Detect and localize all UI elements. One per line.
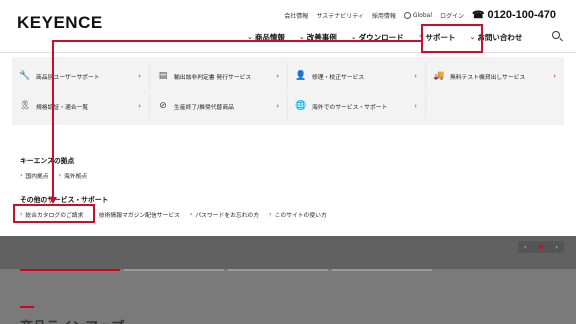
hero-image <box>0 236 576 269</box>
menu-item-label: 輸出該非判定書 発行サービス <box>174 74 252 81</box>
chevron-right-icon: › <box>553 72 556 80</box>
support-grid: 🔧 商品別ユーザーサポート › ▤ 輸出該非判定書 発行サービス › 👤 修理・校正サービ… <box>12 57 564 125</box>
link-site-usage[interactable]: › このサイトの使い方 <box>269 210 327 219</box>
annotation-box-catalog <box>13 204 95 223</box>
keyence-logo[interactable]: KEYENCE <box>17 13 103 33</box>
chevron-right-icon: › <box>20 172 23 179</box>
annotation-line-horizontal <box>52 40 421 42</box>
chevron-right-icon: › <box>414 72 417 80</box>
link-label: 技術情報マガジン配信サービス <box>98 213 180 219</box>
menu-item-repair[interactable]: 👤 修理・校正サービス › <box>288 63 426 89</box>
link-label: 海外拠点 <box>64 174 88 180</box>
carousel-pager[interactable]: ‹ II › <box>518 241 564 253</box>
menu-item-label: 規格認証・適合一覧 <box>36 104 89 111</box>
phone-number[interactable]: ☎ 0120-100-470 <box>472 9 556 21</box>
annotation-arrowhead <box>49 197 57 204</box>
menu-item-standards[interactable]: 🎗 規格認証・適合一覧 › <box>12 93 150 119</box>
phone-icon: ☎ <box>472 9 485 21</box>
site-header: KEYENCE 会社情報 サステナビリティ 採用情報 Global ログイン ☎… <box>0 0 576 52</box>
carousel-tab[interactable] <box>228 269 328 271</box>
menu-item-discontinued[interactable]: ⊘ 生産終了/推奨代替商品 › <box>150 93 288 119</box>
other-services-title: その他のサービス・サポート <box>20 196 109 204</box>
menu-item-label: 修理・校正サービス <box>312 74 365 81</box>
chevron-right-icon: › <box>276 102 279 110</box>
link-domestic-bases[interactable]: › 国内拠点 <box>20 171 49 180</box>
chevron-right-icon: › <box>138 102 141 110</box>
document-icon: ▤ <box>158 71 168 81</box>
menu-item-label: 無料テスト機貸出しサービス <box>450 74 526 81</box>
chevron-right-icon: › <box>189 211 193 218</box>
pause-icon[interactable]: II <box>539 244 543 251</box>
global-link[interactable]: Global <box>403 11 432 19</box>
section-accent-line <box>20 306 34 308</box>
menu-item-label: 商品別ユーザーサポート <box>36 74 100 81</box>
bases-links: › 国内拠点 › 海外拠点 <box>20 171 97 180</box>
menu-item-label: 生産終了/推奨代替商品 <box>174 104 234 111</box>
link-label: このサイトの使い方 <box>274 213 327 219</box>
chevron-right-icon: › <box>276 72 279 80</box>
carousel-tab[interactable] <box>20 269 120 271</box>
util-link-company[interactable]: 会社情報 <box>284 11 308 20</box>
carousel-tab[interactable] <box>124 269 224 271</box>
utility-bar: 会社情報 サステナビリティ 採用情報 Global ログイン ☎ 0120-10… <box>284 9 556 21</box>
lineup-title: 商品ラインアップ <box>20 316 124 324</box>
menu-item-export-cert[interactable]: ▤ 輸出該非判定書 発行サービス › <box>150 63 288 89</box>
nav-label: お問い合わせ <box>477 32 523 42</box>
search-icon[interactable] <box>552 31 560 39</box>
menu-item-test-loan[interactable]: 🚚 無料テスト機貸出しサービス › <box>426 63 564 89</box>
menu-item-product-support[interactable]: 🔧 商品別ユーザーサポート › <box>12 63 150 89</box>
util-link-careers[interactable]: 採用情報 <box>372 11 396 20</box>
repair-person-icon: 👤 <box>295 71 307 81</box>
menu-item-label: 海外でのサービス・サポート <box>312 104 388 111</box>
link-tech-magazine[interactable]: › 技術情報マガジン配信サービス <box>93 210 180 219</box>
link-label: パスワードをお忘れの方 <box>195 213 260 219</box>
globe-icon: 🌐 <box>295 101 307 111</box>
util-link-sustainability[interactable]: サステナビリティ <box>316 11 364 20</box>
carousel-tabs <box>20 269 432 271</box>
ribbon-icon: 🎗 <box>19 101 31 111</box>
hero-band: ‹ II › 商品ラインアップ <box>0 236 576 324</box>
chevron-right-icon: › <box>138 72 141 80</box>
carousel-tab[interactable] <box>332 269 432 271</box>
bases-title: キーエンスの拠点 <box>20 157 75 165</box>
link-label: 国内拠点 <box>25 174 49 180</box>
login-link[interactable]: ログイン <box>440 11 464 20</box>
global-label: Global <box>412 11 432 19</box>
link-overseas-bases[interactable]: › 海外拠点 <box>59 171 88 180</box>
truck-icon: 🚚 <box>433 71 445 81</box>
chevron-left-icon[interactable]: ‹ <box>524 244 526 251</box>
annotation-box-support <box>421 24 483 53</box>
prohibited-icon: ⊘ <box>159 101 167 111</box>
chevron-right-icon: › <box>269 211 272 218</box>
wrench-icon: 🔧 <box>19 71 31 81</box>
menu-item-overseas[interactable]: 🌐 海外でのサービス・サポート › <box>288 93 426 119</box>
chevron-right-icon[interactable]: › <box>555 244 557 251</box>
chevron-right-icon: › <box>414 102 417 110</box>
chevron-right-icon: › <box>58 172 62 179</box>
annotation-line-vertical <box>52 40 54 197</box>
phone-text: 0120-100-470 <box>487 9 556 21</box>
globe-icon <box>403 11 411 19</box>
link-forgot-password[interactable]: › パスワードをお忘れの方 <box>190 210 259 219</box>
